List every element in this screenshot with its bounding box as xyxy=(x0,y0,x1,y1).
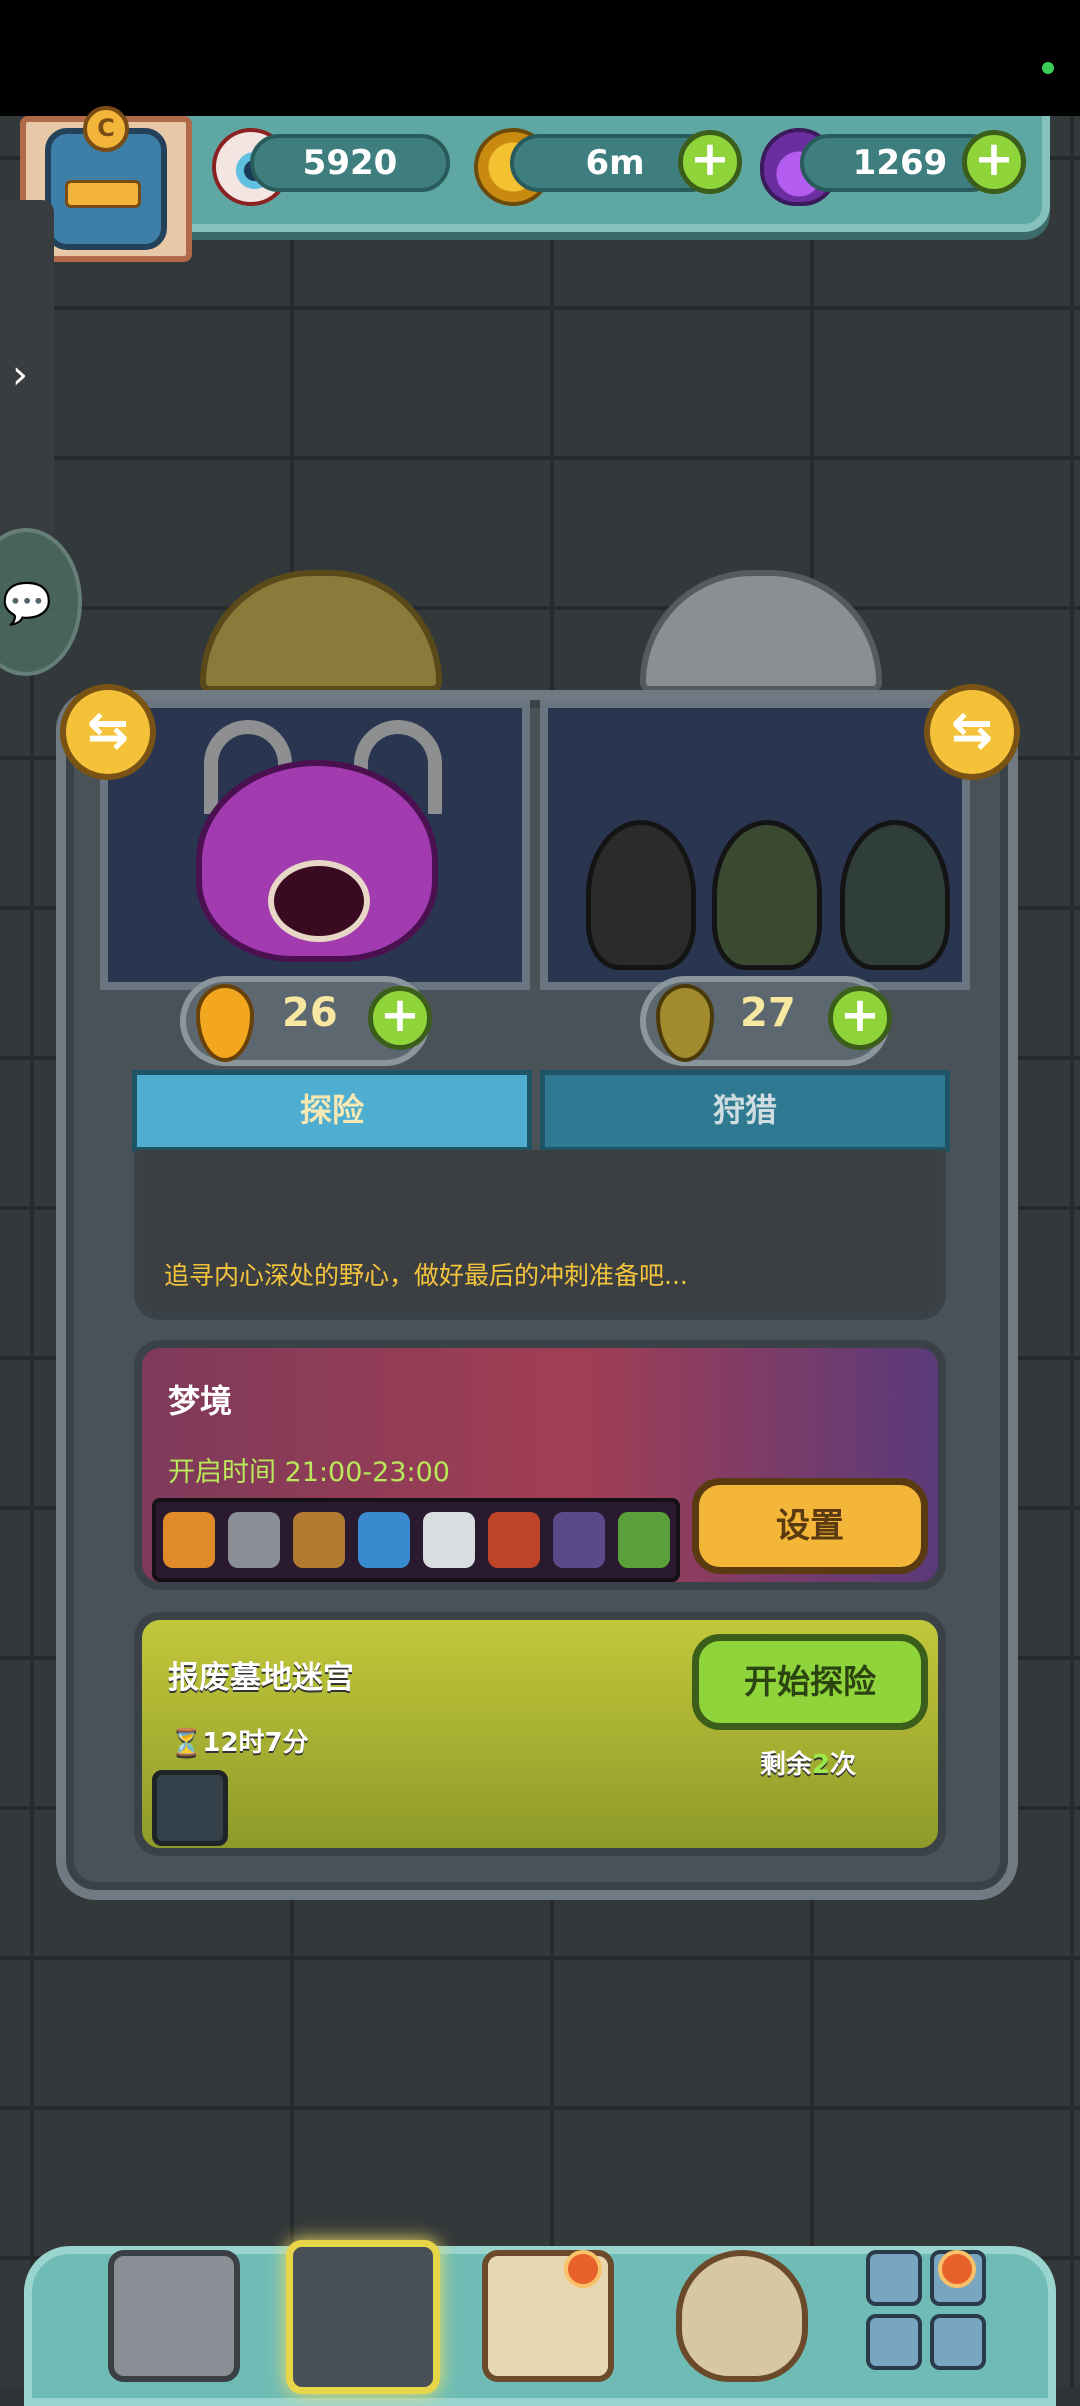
avatar-c-badge-icon: C xyxy=(83,106,129,152)
adventure-description: 追寻内心深处的野心，做好最后的冲刺准备吧... xyxy=(164,1261,688,1290)
potions-value: 1269 xyxy=(852,143,948,183)
mushroom-boss-icon xyxy=(162,1512,215,1568)
alien-boss-icon xyxy=(357,1512,410,1568)
maze-timer: ⏳12时7分 xyxy=(170,1722,309,1759)
maze-title: 报废墓地迷宫 xyxy=(168,1660,354,1696)
yeti-boss-icon xyxy=(422,1512,475,1568)
team-member-1[interactable] xyxy=(586,820,696,970)
dream-boss-list xyxy=(152,1498,680,1582)
team-member-2[interactable] xyxy=(712,820,822,970)
avatar-robot-icon: C xyxy=(45,106,167,250)
eyes-counter: 5920 xyxy=(250,134,450,192)
book-notification-badge xyxy=(564,2250,602,2288)
grid-cell xyxy=(866,2250,922,2306)
swap-left-button[interactable]: ⇆ xyxy=(60,684,156,780)
bull-boss-icon xyxy=(292,1512,345,1568)
remaining-count: 2 xyxy=(812,1750,831,1780)
maze-timer-value: 12时7分 xyxy=(202,1728,309,1758)
remaining-attempts: 剩余2次 xyxy=(760,1744,856,1781)
robot-boss-icon xyxy=(227,1512,280,1568)
monster-mouth-icon xyxy=(268,860,370,942)
nav-dungeon-icon[interactable] xyxy=(286,2240,440,2394)
dream-title: 梦境 xyxy=(168,1382,233,1420)
witch-boss-icon xyxy=(552,1512,605,1568)
plant-boss-icon xyxy=(617,1512,670,1568)
dream-open-time: 开启时间 21:00-23:00 xyxy=(168,1457,450,1488)
hourglass-icon: ⏳ xyxy=(170,1728,203,1758)
team-member-3[interactable] xyxy=(840,820,950,970)
remaining-suffix: 次 xyxy=(830,1750,857,1780)
status-bar xyxy=(0,0,1080,116)
nav-shop-building-icon[interactable] xyxy=(108,2250,240,2382)
maze-reward-icon[interactable] xyxy=(152,1770,228,1846)
grid-notification-badge xyxy=(938,2250,976,2288)
chevron-right-icon[interactable]: › xyxy=(12,352,28,398)
start-adventure-button[interactable]: 开始探险 xyxy=(692,1634,928,1730)
add-potions-button[interactable]: + xyxy=(962,130,1026,194)
grid-cell xyxy=(930,2314,986,2370)
tab-hunt[interactable]: 狩猎 xyxy=(540,1070,950,1152)
eyes-value: 5920 xyxy=(302,143,398,183)
dream-settings-button[interactable]: 设置 xyxy=(692,1478,928,1574)
adventure-card[interactable] xyxy=(134,1150,946,1320)
grid-cell xyxy=(866,2314,922,2370)
energy-left-value: 26 xyxy=(282,990,338,1036)
remaining-prefix: 剩余 xyxy=(760,1750,813,1780)
tab-adventure[interactable]: 探险 xyxy=(132,1070,532,1152)
status-indicator-dot xyxy=(1042,62,1054,74)
add-coins-button[interactable]: + xyxy=(678,130,742,194)
energy-right-value: 27 xyxy=(740,990,796,1036)
coins-value: 6m xyxy=(585,143,645,183)
wechat-icon: 💬 xyxy=(2,581,52,627)
add-energy-right-button[interactable]: + xyxy=(828,986,892,1050)
nav-money-bag-icon[interactable] xyxy=(676,2250,808,2382)
swap-right-button[interactable]: ⇆ xyxy=(924,684,1020,780)
chomper-boss-icon xyxy=(487,1512,540,1568)
add-energy-left-button[interactable]: + xyxy=(368,986,432,1050)
